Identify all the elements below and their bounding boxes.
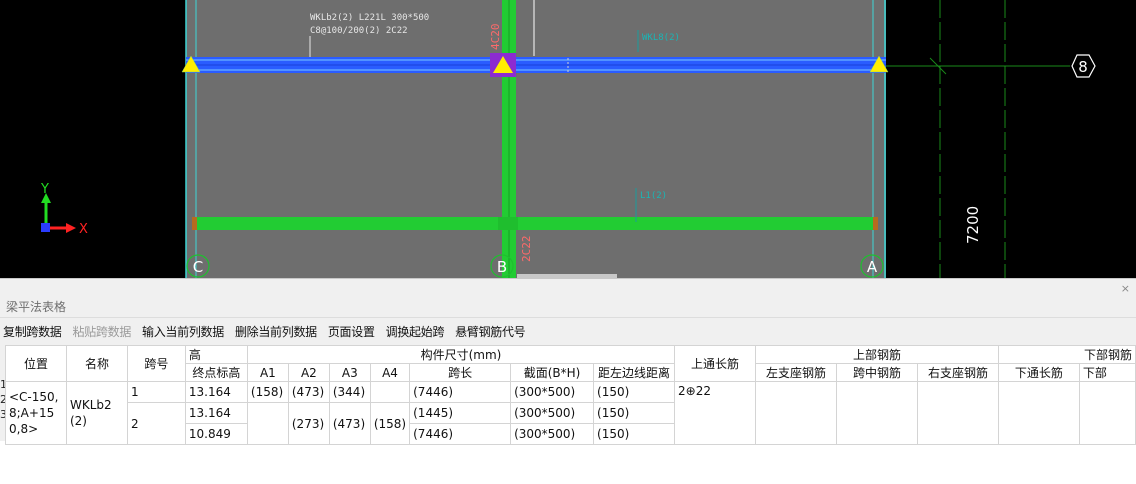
cell-a1[interactable]: (158) bbox=[246, 381, 289, 403]
cell-a4[interactable] bbox=[369, 381, 411, 403]
col-header-height[interactable]: 高 bbox=[184, 345, 248, 364]
paste-span-data-button[interactable]: 粘贴跨数据 bbox=[73, 323, 132, 341]
axis-label-a: A bbox=[867, 258, 878, 276]
cell-span-length[interactable]: (7446) bbox=[409, 381, 512, 403]
small-label-mid: L1(2) bbox=[640, 191, 667, 201]
app-window: WKLb2(2) L221L 300*500 C8@100/200(2) 2C2… bbox=[0, 0, 1136, 484]
cell-section[interactable]: (300*500) bbox=[510, 402, 595, 424]
cell-mid-span[interactable] bbox=[835, 381, 918, 445]
cell-end-elevation[interactable]: 13.164 bbox=[184, 402, 248, 424]
cell-a1[interactable] bbox=[246, 402, 289, 445]
beam-label-line1: WKLb2(2) L221L 300*500 bbox=[310, 13, 429, 23]
col-header-left-distance[interactable]: 距左边线距离 bbox=[593, 363, 676, 382]
col-header-top-continuous[interactable]: 上通长筋 bbox=[674, 345, 756, 382]
cell-span-length[interactable]: (7446) bbox=[409, 423, 512, 445]
col-header-bottom-continuous[interactable]: 下通长筋 bbox=[997, 363, 1080, 382]
col-header-name[interactable]: 名称 bbox=[65, 345, 128, 382]
col-header-position[interactable]: 位置 bbox=[5, 345, 67, 382]
cell-left-distance[interactable]: (150) bbox=[593, 423, 676, 445]
axis-label-c: C bbox=[193, 258, 203, 276]
swap-start-span-button[interactable]: 调换起始跨 bbox=[386, 323, 445, 341]
cell-section[interactable]: (300*500) bbox=[510, 423, 595, 445]
col-header-span-length[interactable]: 跨长 bbox=[409, 363, 512, 382]
col-header-a1[interactable]: A1 bbox=[246, 363, 289, 382]
cell-top-continuous[interactable]: 2⊕22 bbox=[674, 381, 756, 445]
cell-right-support[interactable] bbox=[916, 381, 999, 445]
ucs-icon: Y X bbox=[40, 182, 88, 237]
col-header-a4[interactable]: A4 bbox=[369, 363, 411, 382]
divider bbox=[0, 317, 1136, 318]
close-icon[interactable]: × bbox=[1121, 282, 1130, 295]
cad-canvas[interactable]: WKLb2(2) L221L 300*500 C8@100/200(2) 2C2… bbox=[0, 0, 1136, 278]
col-header-a3[interactable]: A3 bbox=[328, 363, 371, 382]
cell-a2[interactable]: (273) bbox=[287, 402, 330, 445]
col-header-a2[interactable]: A2 bbox=[287, 363, 330, 382]
cell-a3[interactable]: (473) bbox=[328, 402, 371, 445]
cell-end-elevation[interactable]: 13.164 bbox=[184, 381, 248, 403]
table-empty-area bbox=[0, 441, 1136, 484]
cell-left-distance[interactable]: (150) bbox=[593, 402, 676, 424]
cell-span-length[interactable]: (1445) bbox=[409, 402, 512, 424]
col-header-left-support[interactable]: 左支座钢筋 bbox=[755, 363, 837, 382]
cell-a4[interactable]: (158) bbox=[369, 402, 411, 445]
copy-span-data-button[interactable]: 复制跨数据 bbox=[3, 323, 62, 341]
ucs-x-label: X bbox=[79, 222, 88, 237]
cell-bottom-continuous[interactable] bbox=[997, 381, 1080, 445]
beam-horizontal-bottom[interactable] bbox=[192, 217, 878, 230]
dimension-7200: 7200 bbox=[964, 206, 982, 244]
axis-label-8: 8 bbox=[1078, 58, 1088, 76]
col-header-dims[interactable]: 构件尺寸(mm) bbox=[246, 345, 676, 364]
cell-left-support[interactable] bbox=[755, 381, 837, 445]
delete-column-data-button[interactable]: 删除当前列数据 bbox=[235, 323, 317, 341]
col-header-top-rebar[interactable]: 上部钢筋 bbox=[755, 345, 999, 364]
col-header-section[interactable]: 截面(B*H) bbox=[510, 363, 595, 382]
col-header-bottom-more[interactable]: 下部 bbox=[1078, 363, 1136, 382]
slab-region bbox=[186, 0, 886, 278]
cell-position[interactable]: <C-150,8;A+150,8> bbox=[5, 381, 67, 445]
page-setup-button[interactable]: 页面设置 bbox=[328, 323, 375, 341]
beam-table: 位置 名称 跨号 高 构件尺寸(mm) 上通长筋 上部钢筋 下部钢筋 终点标高 … bbox=[5, 345, 1136, 445]
beam-label-line2: C8@100/200(2) 2C22 bbox=[310, 26, 408, 36]
cell-bottom-more[interactable] bbox=[1078, 381, 1136, 445]
col-header-end-elevation[interactable]: 终点标高 bbox=[184, 363, 248, 382]
small-label-top: WKL8(2) bbox=[642, 33, 680, 43]
ucs-y-label: Y bbox=[40, 182, 49, 197]
col-header-mid-span[interactable]: 跨中钢筋 bbox=[835, 363, 918, 382]
input-column-data-button[interactable]: 输入当前列数据 bbox=[142, 323, 224, 341]
axis-label-b: B bbox=[497, 258, 507, 276]
cell-end-elevation[interactable]: 10.849 bbox=[184, 423, 248, 445]
col-header-bottom-rebar[interactable]: 下部钢筋 bbox=[997, 345, 1136, 364]
cell-a3[interactable]: (344) bbox=[328, 381, 371, 403]
table-toolbar: 复制跨数据 粘贴跨数据 输入当前列数据 删除当前列数据 页面设置 调换起始跨 悬… bbox=[3, 323, 536, 341]
rebar-bottom-label: 2C22 bbox=[520, 236, 533, 263]
cell-span[interactable]: 2 bbox=[126, 402, 186, 445]
panel-title: 梁平法表格 bbox=[6, 300, 67, 314]
drawing-svg: WKLb2(2) L221L 300*500 C8@100/200(2) 2C2… bbox=[40, 0, 1096, 278]
cell-section[interactable]: (300*500) bbox=[510, 381, 595, 403]
cell-name[interactable]: WKLb2(2) bbox=[65, 381, 128, 445]
cantilever-rebar-code-button[interactable]: 悬臂钢筋代号 bbox=[455, 323, 526, 341]
cell-a2[interactable]: (473) bbox=[287, 381, 330, 403]
cell-left-distance[interactable]: (150) bbox=[593, 381, 676, 403]
col-header-span[interactable]: 跨号 bbox=[126, 345, 186, 382]
col-header-right-support[interactable]: 右支座钢筋 bbox=[916, 363, 999, 382]
rebar-top-label: 4C20 bbox=[489, 24, 502, 51]
cell-span[interactable]: 1 bbox=[126, 381, 186, 403]
